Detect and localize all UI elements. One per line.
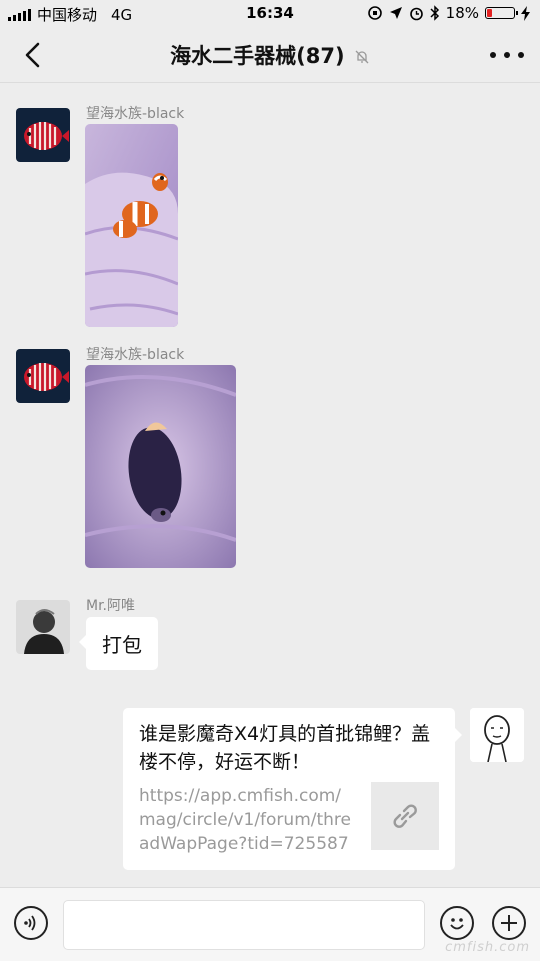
message-input[interactable] <box>63 900 425 950</box>
avatar[interactable] <box>16 108 70 162</box>
bluetooth-icon <box>430 5 439 21</box>
status-bar: 中国移动 4G 16:34 18% <box>0 0 540 28</box>
self-avatar[interactable] <box>470 708 524 762</box>
link-title: 谁是影魔奇X4灯具的首批锦鲤？盖楼不停，好运不断！ <box>139 723 431 773</box>
image-message[interactable] <box>85 365 236 568</box>
plus-icon[interactable] <box>492 906 526 940</box>
image-message[interactable] <box>85 124 178 327</box>
chat-header: 海水二手器械(87) <box>0 28 540 83</box>
emoji-icon[interactable] <box>440 906 474 940</box>
rotation-lock-icon <box>367 6 382 20</box>
chat-title: 海水二手器械(87) <box>0 40 540 70</box>
avatar[interactable] <box>16 600 70 654</box>
watermark: cmfish.com <box>445 940 530 955</box>
alarm-icon <box>409 7 423 20</box>
avatar[interactable] <box>16 349 70 403</box>
sender-name: 望海水族-black <box>86 347 185 363</box>
link-url: https://app.cmfish.com/mag/circle/v1/for… <box>139 786 351 854</box>
bell-muted-icon <box>355 50 369 64</box>
chat-title-text: 海水二手器械(87) <box>170 44 345 68</box>
input-bar: cmfish.com <box>0 887 540 961</box>
link-icon <box>393 804 417 828</box>
location-icon <box>389 7 402 19</box>
sender-name: Mr.阿唯 <box>86 598 135 614</box>
text-message[interactable]: 打包 <box>79 617 158 670</box>
link-card-message[interactable]: 谁是影魔奇X4灯具的首批锦鲤？盖楼不停，好运不断！ https://app.cm… <box>123 708 462 870</box>
battery-percent: 18% <box>445 4 479 22</box>
voice-icon[interactable] <box>14 906 48 940</box>
charging-icon <box>521 5 530 21</box>
more-dots-icon[interactable] <box>490 40 524 70</box>
link-thumbnail <box>371 782 439 850</box>
battery-icon <box>485 7 518 19</box>
sender-name: 望海水族-black <box>86 106 185 122</box>
